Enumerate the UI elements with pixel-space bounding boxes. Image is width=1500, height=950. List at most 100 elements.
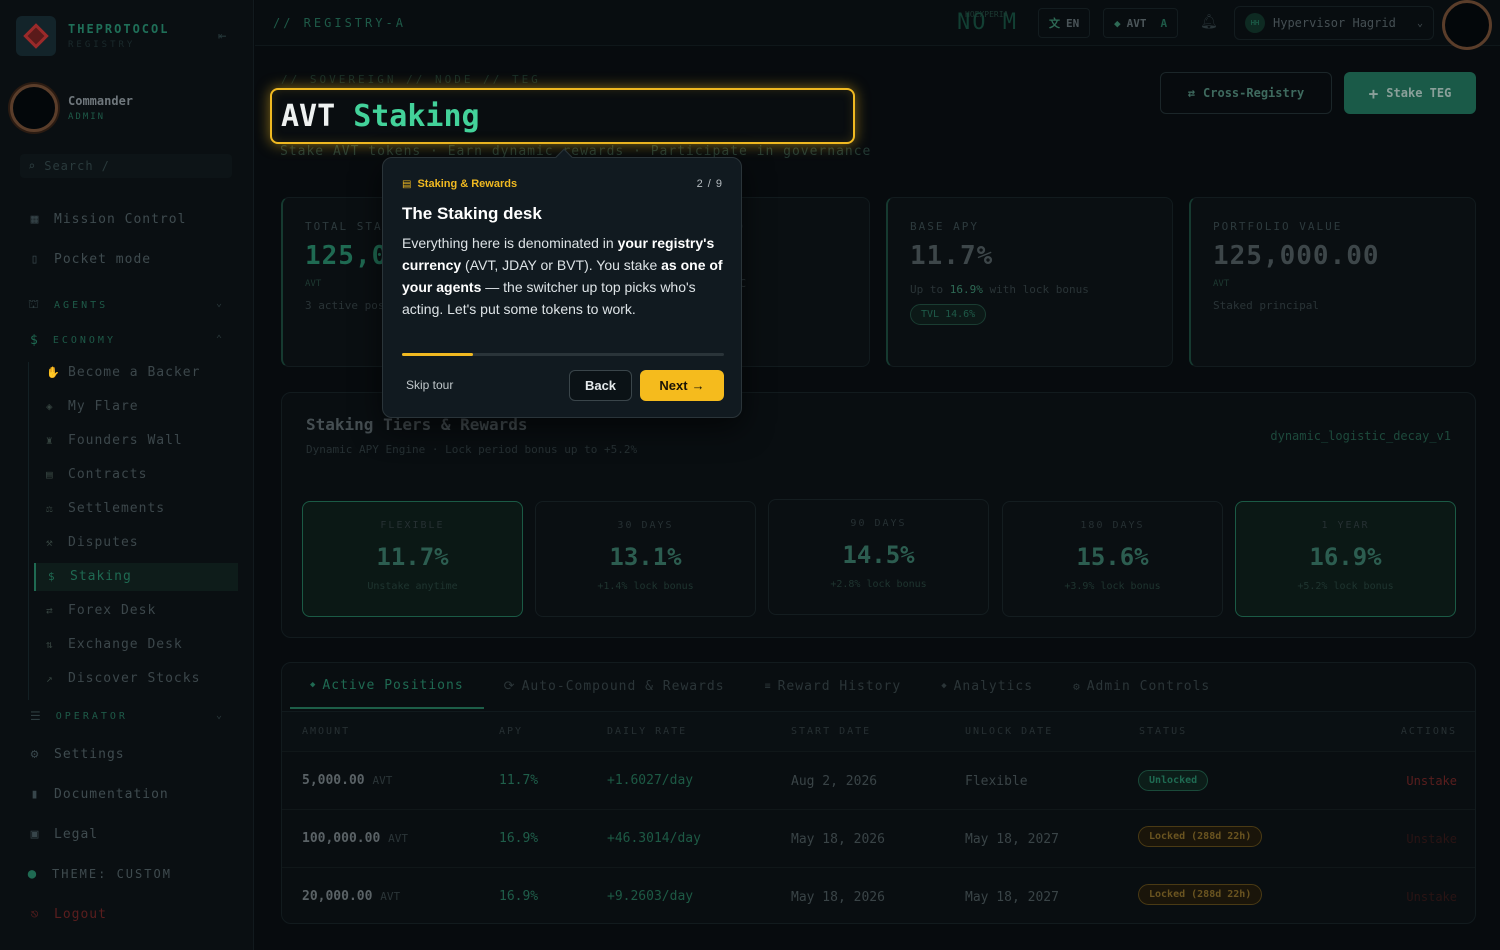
unstake-button[interactable]: Unstake: [1406, 832, 1457, 846]
currency-switcher[interactable]: ◆ AVT A: [1103, 8, 1179, 38]
chevron-down-icon[interactable]: ⌄: [216, 710, 222, 721]
language-switcher[interactable]: 文 EN: [1038, 8, 1091, 38]
tab-reward-history[interactable]: ≡ Reward History: [745, 663, 922, 709]
gavel-icon: ⚒: [46, 536, 54, 549]
tier-apy: 13.1%: [609, 543, 682, 571]
start-date-cell: May 18, 2026: [791, 832, 885, 847]
sidebar-item-pocket-mode[interactable]: ▯ Pocket mode: [28, 252, 151, 267]
user-profile[interactable]: Commander ADMIN: [10, 84, 133, 132]
next-button[interactable]: Next →: [640, 370, 724, 401]
tier-card-flexible[interactable]: FLEXIBLE 11.7% Unstake anytime: [302, 501, 523, 617]
shield-icon: ◈: [46, 400, 54, 413]
currency-letter: A: [1160, 16, 1168, 30]
table-header: AMOUNT APY DAILY RATE START DATE UNLOCK …: [282, 711, 1475, 751]
sidebar-item-staking[interactable]: $ Staking: [48, 569, 132, 584]
tour-kicker-label: Staking & Rewards: [417, 178, 518, 190]
gear-icon: ⚙: [30, 746, 40, 762]
brand[interactable]: THEPROTOCOL REGISTRY: [16, 16, 169, 56]
unstake-button[interactable]: Unstake: [1406, 774, 1457, 788]
theme-dot-icon: ●: [27, 866, 39, 882]
amount-unit: AVT: [372, 774, 393, 787]
brand-subtitle: REGISTRY: [68, 40, 136, 50]
agent-switcher[interactable]: HH Hypervisor Hagrid ⌄: [1234, 6, 1434, 40]
tier-apy: 15.6%: [1076, 543, 1149, 571]
note-text: Up to: [910, 283, 950, 296]
tab-active-positions[interactable]: ◆ Active Positions: [290, 663, 484, 709]
sidebar-item-label: Founders Wall: [68, 433, 183, 448]
legal-icon: ▣: [30, 826, 40, 842]
tier-apy: 11.7%: [376, 543, 449, 571]
sidebar-item-label: Settings: [54, 747, 125, 762]
search-shortcut: /: [101, 159, 110, 173]
list-icon: ≡: [764, 680, 772, 692]
tier-card-30-days[interactable]: 30 DAYS 13.1% +1.4% lock bonus: [535, 501, 756, 617]
tab-admin-controls[interactable]: ⚙ Admin Controls: [1053, 663, 1230, 709]
section-label: ECONOMY: [52, 335, 116, 346]
card-unit: AVT: [1213, 279, 1230, 289]
theme-toggle[interactable]: ● THEME: CUSTOM: [26, 867, 172, 881]
tab-label: Analytics: [953, 678, 1034, 694]
tab-analytics[interactable]: ◆ Analytics: [921, 663, 1053, 709]
sidebar-section-economy[interactable]: $ ECONOMY: [30, 333, 116, 348]
sidebar-item-settings[interactable]: ⚙ Settings: [28, 747, 125, 762]
tier-card-180-days[interactable]: 180 DAYS 15.6% +3.9% lock bonus: [1002, 501, 1223, 617]
skip-tour-button[interactable]: Skip tour: [406, 378, 453, 392]
sidebar-section-operator[interactable]: ☰ OPERATOR: [30, 709, 128, 723]
cross-registry-button[interactable]: ⇄ Cross-Registry: [1160, 72, 1332, 114]
sidebar-item-contracts[interactable]: ▤ Contracts: [46, 467, 147, 482]
currency-label: AVT: [1126, 16, 1147, 30]
tier-card-1-year[interactable]: 1 YEAR 16.9% +5.2% lock bonus: [1235, 501, 1456, 617]
brand-logo: [16, 16, 56, 56]
sidebar-item-label: Settlements: [68, 501, 166, 516]
tier-apy: 14.5%: [842, 541, 915, 569]
rate-cell: +9.2603/day: [607, 889, 694, 904]
avatar[interactable]: [1442, 0, 1492, 50]
sidebar-item-discover-stocks[interactable]: ↗ Discover Stocks: [46, 671, 200, 686]
sidebar-item-label: Exchange Desk: [68, 637, 183, 652]
positions-tabs: ◆ Active Positions ⟳ Auto-Compound & Rewar…: [290, 663, 1230, 709]
sidebar-item-mission-control[interactable]: ▦ Mission Control: [28, 212, 186, 227]
page-title: AVT Staking: [270, 88, 855, 144]
note-highlight: 16.9%: [949, 283, 983, 296]
sidebar-item-documentation[interactable]: ▮ Documentation: [28, 787, 169, 802]
tour-popover: ▤ Staking & Rewards 2 / 9 The Staking des…: [382, 148, 742, 418]
sidebar-section-agents[interactable]: ⛫ AGENTS: [28, 297, 108, 313]
chevron-down-icon[interactable]: ⌄: [216, 298, 222, 309]
sidebar-item-forex-desk[interactable]: ⇄ Forex Desk: [46, 603, 156, 618]
arrow-right-icon: →: [691, 378, 705, 393]
sidebar-item-exchange-desk[interactable]: ⇅ Exchange Desk: [46, 637, 183, 652]
amount-cell: 5,000.00 AVT: [302, 773, 392, 788]
sidebar-item-my-flare[interactable]: ◈ My Flare: [46, 399, 139, 414]
column-header: DAILY RATE: [607, 726, 688, 737]
rate-cell: +1.6027/day: [607, 773, 694, 788]
start-date-cell: Aug 2, 2026: [791, 774, 878, 789]
rate-cell: +46.3014/day: [607, 831, 701, 846]
sidebar-collapse-icon[interactable]: ⇤: [218, 28, 226, 44]
refresh-icon: ⟳: [503, 678, 516, 694]
tier-card-90-days[interactable]: 90 DAYS 14.5% +2.8% lock bonus: [768, 499, 989, 615]
sidebar-item-disputes[interactable]: ⚒ Disputes: [46, 535, 139, 550]
logout-button[interactable]: ⎋ Logout: [28, 907, 107, 922]
stake-button[interactable]: + Stake TEG: [1344, 72, 1476, 114]
back-button[interactable]: Back: [569, 370, 632, 401]
document-icon: ▤: [46, 468, 54, 481]
chevron-up-icon[interactable]: ⌃: [216, 334, 222, 345]
search-input[interactable]: ⌕ Search /: [20, 154, 232, 178]
sidebar-item-founders-wall[interactable]: ♜ Founders Wall: [46, 433, 183, 448]
tier-name: 1 YEAR: [1321, 520, 1370, 531]
tab-label: Admin Controls: [1086, 678, 1211, 694]
sidebar-item-label: Mission Control: [54, 212, 187, 227]
bell-icon[interactable]: 🔔︎: [1200, 14, 1218, 30]
unstake-button[interactable]: Unstake: [1406, 890, 1457, 904]
swap-icon: ⇅: [46, 638, 54, 651]
sidebar-item-settlements[interactable]: ⚖ Settlements: [46, 501, 165, 516]
sidebar-item-legal[interactable]: ▣ Legal: [28, 827, 98, 842]
breadcrumb: // REGISTRY-A: [273, 16, 406, 30]
tab-auto-compound[interactable]: ⟳ Auto-Compound & Rewards: [484, 663, 745, 709]
tier-name: 90 DAYS: [850, 518, 907, 529]
dollar-icon: $: [48, 570, 56, 583]
chart-icon: ↗: [46, 672, 54, 685]
unlock-date-cell: Flexible: [965, 774, 1028, 789]
sidebar-item-become-backer[interactable]: ✋ Become a Backer: [46, 365, 200, 380]
scale-icon: ⚖: [46, 502, 54, 515]
